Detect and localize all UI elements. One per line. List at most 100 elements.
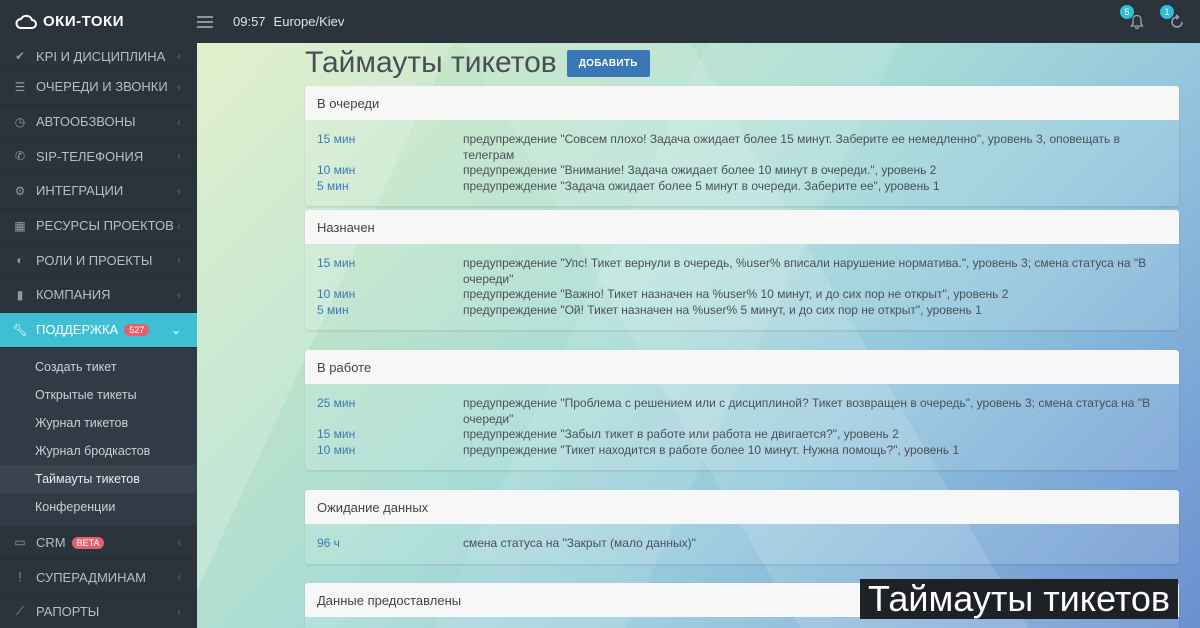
support-submenu: Создать тикет Открытые тикеты Журнал тик… xyxy=(0,347,197,526)
timezone-label: Europe/Kiev xyxy=(273,14,345,29)
sidebar-item-label: ИНТЕГРАЦИИ xyxy=(36,183,124,199)
submenu-ticket-timeouts[interactable]: Таймауты тикетов xyxy=(0,464,197,493)
sidebar-item-autodial[interactable]: ◷ АВТООБЗВОНЫ ‹ xyxy=(0,105,197,140)
caption-overlay: Таймауты тикетов xyxy=(859,579,1178,619)
sidebar-item-resources[interactable]: ▦ РЕСУРСЫ ПРОЕКТОВ ‹ xyxy=(0,209,197,244)
page-header: Таймауты тикетов ДОБАВИТЬ xyxy=(305,43,650,83)
panel-body: 15 мин предупреждение "Упс! Тикет вернули… xyxy=(305,244,1179,330)
timeout-duration[interactable]: 10 мин xyxy=(317,443,463,459)
notifications-button[interactable]: 5 xyxy=(1120,4,1148,33)
sidebar-item-crm[interactable]: ▭ CRM BETA ‹ xyxy=(0,526,197,561)
timeout-duration[interactable]: 5 мин xyxy=(317,303,463,319)
sidebar-item-label: РЕСУРСЫ ПРОЕКТОВ xyxy=(36,218,174,234)
timeout-action: предупреждение "Забыл тикет в работе или… xyxy=(463,427,899,441)
wrench-icon: 🔧︎ xyxy=(12,322,28,337)
timeout-action: предупреждение "Ой! Тикет назначен на %u… xyxy=(463,302,982,317)
brand-logo[interactable]: ОКИ-ТОКИ xyxy=(0,0,197,43)
timeout-duration[interactable]: 10 мин xyxy=(317,287,463,303)
list-icon: ☰ xyxy=(14,79,26,94)
sidebar-item-label: РАПОРТЫ xyxy=(36,604,100,620)
sidebar-item-label: KPI И ДИСЦИПЛИНА xyxy=(36,48,166,64)
timeout-action: предупреждение "Тикет находится в работе… xyxy=(463,442,960,457)
timeout-action: предупреждение "Проблема с решением или … xyxy=(463,396,1151,426)
panel-title: Назначен xyxy=(305,210,1179,244)
page-title: Таймауты тикетов xyxy=(305,46,557,79)
sidebar-item-label: CRM BETA xyxy=(36,535,177,550)
sidebar-item-reports[interactable]: ⟋ РАПОРТЫ ‹ xyxy=(0,595,197,628)
sidebar-item-label: КОМПАНИЯ xyxy=(36,287,111,303)
sidebar-item-label: АВТООБЗВОНЫ xyxy=(36,114,136,130)
panel-body: 25 мин предупреждение "Проблема с решение… xyxy=(305,384,1179,470)
line-chart-icon: ⟋ xyxy=(15,604,25,619)
panel-title: В очереди xyxy=(305,86,1179,120)
timeout-row: 96 ч смена статуса на "Закрыт (мало данны… xyxy=(317,536,1167,552)
clock-time: 09:57 xyxy=(233,14,266,29)
sidebar: ✔ KPI И ДИСЦИПЛИНА ‹ ☰ ОЧЕРЕДИ И ЗВОНКИ … xyxy=(0,43,197,628)
top-bar: ОКИ-ТОКИ 09:57 Europe/Kiev 5 1 xyxy=(0,0,1200,43)
timeout-row: 15 мин предупреждение "Упс! Тикет вернули… xyxy=(317,256,1167,287)
timeout-action: предупреждение "Важно! Тикет назначен на… xyxy=(463,287,1009,301)
phone-icon: ✆ xyxy=(14,149,26,164)
timeout-row: 10 мин предупреждение "Важно! Тикет назна… xyxy=(317,287,1167,303)
submenu-ticket-log[interactable]: Журнал тикетов xyxy=(0,409,197,437)
sidebar-item-label: ОЧЕРЕДИ И ЗВОНКИ xyxy=(36,79,168,95)
timeout-row: 10 мин предупреждение "Тикет находится в … xyxy=(317,443,1167,459)
check-icon: ✔ xyxy=(14,49,26,63)
clock-icon: ◷ xyxy=(14,114,26,129)
timeout-action: предупреждение "Совсем плохо! Задача ожи… xyxy=(463,132,1120,162)
sidebar-item-label: ПОДДЕРЖКА 527 xyxy=(36,322,171,337)
notifications-badge: 5 xyxy=(1120,4,1134,19)
timeout-row: 15 мин предупреждение "Совсем плохо! Зада… xyxy=(317,132,1167,163)
submenu-conferences[interactable]: Конференции xyxy=(0,493,197,521)
timeout-duration[interactable]: 5 мин xyxy=(317,179,463,195)
submenu-broadcast-log[interactable]: Журнал бродкастов xyxy=(0,437,197,465)
timeout-panel-assigned: Назначен 15 мин предупреждение "Упс! Тике… xyxy=(305,210,1179,330)
timeout-action: предупреждение "Упс! Тикет вернули в оче… xyxy=(463,256,1147,286)
timeout-action: смена статуса на "Закрыт (мало данных)" xyxy=(463,536,696,550)
timeout-duration[interactable]: 25 мин xyxy=(317,396,463,427)
sidebar-item-superadmins[interactable]: ! СУПЕРАДМИНАМ ‹ xyxy=(0,560,197,595)
gears-icon: ⚙ xyxy=(14,183,26,198)
sidebar-item-label: SIP-ТЕЛЕФОНИЯ xyxy=(36,148,144,164)
chevron-down-icon: ⌄ xyxy=(170,322,181,337)
timeout-row: 5 мин предупреждение "Задача ожидает боле… xyxy=(317,179,1167,195)
timeout-row: 25 мин предупреждение "Проблема с решение… xyxy=(317,396,1167,427)
main-content: Таймауты тикетов ДОБАВИТЬ В очереди 15 м… xyxy=(197,43,1200,628)
chevron-left-icon: ‹ xyxy=(177,287,181,302)
beta-badge: BETA xyxy=(71,536,105,549)
sidebar-item-integrations[interactable]: ⚙ ИНТЕГРАЦИИ ‹ xyxy=(0,174,197,209)
timeout-duration[interactable]: 96 ч xyxy=(317,536,463,552)
add-button[interactable]: ДОБАВИТЬ xyxy=(566,49,650,77)
timeout-panel-in-progress: В работе 25 мин предупреждение "Проблема … xyxy=(305,350,1179,470)
sidebar-item-support[interactable]: 🔧︎ ПОДДЕРЖКА 527 ⌄ xyxy=(0,312,197,348)
sidebar-item-queues[interactable]: ☰ ОЧЕРЕДИ И ЗВОНКИ ‹ xyxy=(0,70,197,105)
sidebar-item-company[interactable]: ▮ КОМПАНИЯ ‹ xyxy=(0,278,197,313)
cloud-logo-icon xyxy=(15,14,37,29)
sync-badge: 1 xyxy=(1160,4,1174,19)
sidebar-item-roles[interactable]: ◐ РОЛИ И ПРОЕКТЫ ‹ xyxy=(0,243,197,279)
sync-button[interactable]: 1 xyxy=(1160,4,1188,33)
menu-toggle-icon[interactable] xyxy=(197,15,213,28)
card-icon: ▭ xyxy=(14,535,26,550)
chevron-left-icon: ‹ xyxy=(177,183,181,198)
chevron-left-icon: ‹ xyxy=(177,114,181,129)
timeout-duration[interactable]: 15 мин xyxy=(317,427,463,443)
chevron-left-icon: ‹ xyxy=(177,535,181,550)
sidebar-item-sip[interactable]: ✆ SIP-ТЕЛЕФОНИЯ ‹ xyxy=(0,139,197,175)
chevron-left-icon: ‹ xyxy=(177,49,181,63)
submenu-open-tickets[interactable]: Открытые тикеты xyxy=(0,381,197,409)
timeout-row: 10 мин предупреждение "Внимание! Задача о… xyxy=(317,163,1167,179)
timeout-panel-queue: В очереди 15 мин предупреждение "Совсем п… xyxy=(305,86,1179,206)
toggle-icon: ◐ xyxy=(16,253,24,268)
timeout-duration[interactable]: 15 мин xyxy=(317,132,463,163)
panel-body: 15 мин предупреждение "Совсем плохо! Зада… xyxy=(305,120,1179,206)
timeout-duration[interactable]: 15 мин xyxy=(317,256,463,287)
exclamation-icon: ! xyxy=(18,570,22,585)
timeout-row: 15 мин предупреждение "Забыл тикет в рабо… xyxy=(317,427,1167,443)
sidebar-item-kpi[interactable]: ✔ KPI И ДИСЦИПЛИНА ‹ xyxy=(0,43,197,70)
timeout-panel-awaiting-data: Ожидание данных 96 ч смена статуса на "За… xyxy=(305,490,1179,564)
timeout-duration[interactable]: 10 мин xyxy=(317,163,463,179)
grid-icon: ▦ xyxy=(14,218,26,233)
submenu-create-ticket[interactable]: Создать тикет xyxy=(0,353,197,381)
panel-title: В работе xyxy=(305,350,1179,384)
